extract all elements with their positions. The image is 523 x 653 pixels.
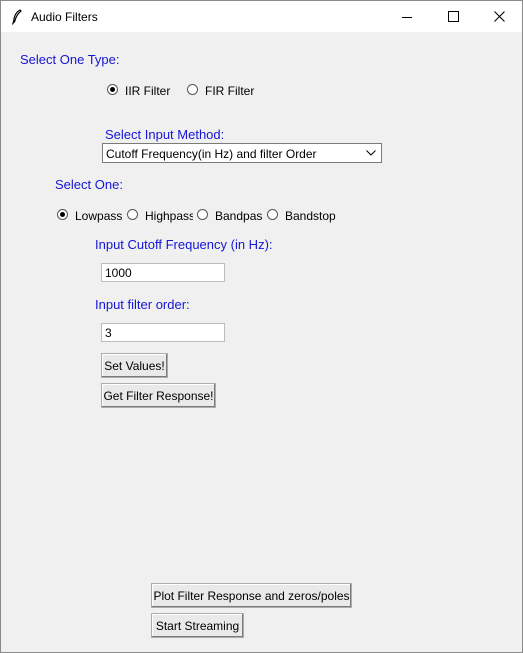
minimize-icon xyxy=(402,16,412,18)
maximize-icon xyxy=(447,11,459,22)
maximize-button[interactable] xyxy=(430,1,476,32)
minimize-button[interactable] xyxy=(384,1,430,32)
select-type-label: Select One Type: xyxy=(20,52,120,67)
radio-fir-filter[interactable] xyxy=(187,84,198,95)
order-label: Input filter order: xyxy=(95,297,190,312)
title-bar[interactable]: Audio Filters xyxy=(1,1,522,32)
radio-bandpass-label[interactable]: Bandpass xyxy=(215,209,263,223)
radio-highpass-label[interactable]: Highpass xyxy=(145,209,193,223)
radio-fir-filter-label[interactable]: FIR Filter xyxy=(205,84,254,98)
feather-icon xyxy=(11,9,22,25)
app-window: Audio Filters Select One Type: IIR Filte… xyxy=(0,0,523,653)
cutoff-input[interactable] xyxy=(101,263,225,282)
start-streaming-button[interactable]: Start Streaming xyxy=(151,613,244,638)
cutoff-label: Input Cutoff Frequency (in Hz): xyxy=(95,237,273,252)
radio-lowpass[interactable] xyxy=(57,209,68,220)
radio-lowpass-label[interactable]: Lowpass xyxy=(75,209,122,223)
radio-bandpass[interactable] xyxy=(197,209,208,220)
radio-bandstop[interactable] xyxy=(267,209,278,220)
input-method-value: Cutoff Frequency(in Hz) and filter Order xyxy=(106,147,317,161)
get-filter-response-button[interactable]: Get Filter Response! xyxy=(101,383,216,408)
close-button[interactable] xyxy=(476,1,522,32)
chevron-down-icon[interactable] xyxy=(366,150,376,156)
radio-iir-filter-label[interactable]: IIR Filter xyxy=(125,84,170,98)
set-values-button[interactable]: Set Values! xyxy=(101,353,168,378)
window-title: Audio Filters xyxy=(31,10,98,24)
order-input[interactable] xyxy=(101,323,225,342)
input-method-select[interactable]: Cutoff Frequency(in Hz) and filter Order xyxy=(102,143,382,163)
radio-iir-filter[interactable] xyxy=(107,84,118,95)
plot-filter-response-button[interactable]: Plot Filter Response and zeros/poles xyxy=(151,583,352,608)
close-icon xyxy=(493,11,505,22)
input-method-label: Select Input Method: xyxy=(105,127,225,142)
select-band-label: Select One: xyxy=(55,177,123,192)
radio-highpass[interactable] xyxy=(127,209,138,220)
radio-bandstop-label[interactable]: Bandstop xyxy=(285,209,336,223)
